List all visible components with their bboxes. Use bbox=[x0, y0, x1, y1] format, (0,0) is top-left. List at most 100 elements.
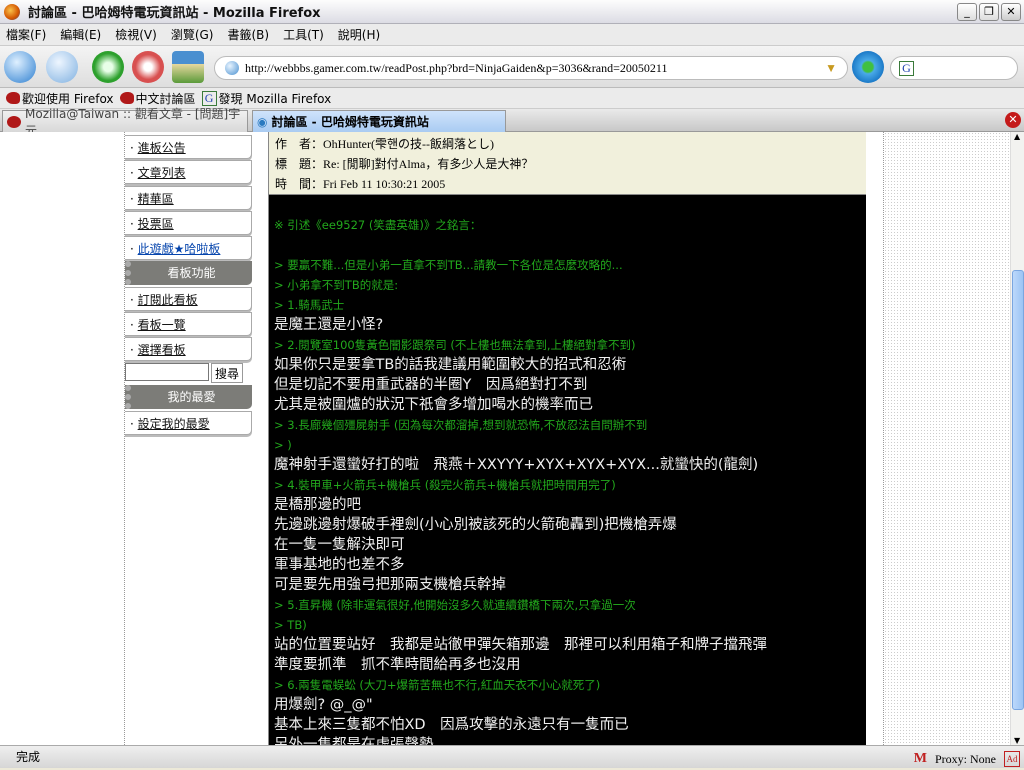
post-header: 作 者：OhHunter(雫핸の技--飯綱落とし) 標 題：Re: [閒聊]對付… bbox=[269, 132, 866, 195]
stop-button[interactable] bbox=[132, 51, 164, 83]
link-label: 訂閱此看板 bbox=[137, 292, 198, 307]
reply-line: 基本上來三隻都不怕XD 因爲攻擊的永遠只有一隻而已 bbox=[274, 717, 629, 733]
rss-icon[interactable]: ▼ bbox=[825, 61, 837, 76]
link-label: 文章列表 bbox=[137, 166, 186, 181]
gmail-icon[interactable]: M bbox=[914, 748, 927, 770]
link-label: 選擇看板 bbox=[137, 343, 186, 358]
board-sidebar: · 進板公告 · 文章列表 · 精華區 · 投票區 · 此遊戲★哈啦板 看板功能… bbox=[125, 135, 252, 436]
adblock-icon[interactable]: Ad bbox=[1004, 751, 1020, 767]
quoted-line: > 2.閱覽室100隻黃色闇影跟祭司 (不上樓也無法拿到,上樓絕對拿不到) bbox=[274, 338, 636, 352]
reply-line: 先邊跳邊射爆破手裡劍(小心別被該死的火箭砲轟到)把機槍弄爆 bbox=[274, 517, 677, 533]
tab-mozilla-taiwan[interactable]: Mozilla@Taiwan :: 觀看文章 - [問題]宇元... bbox=[2, 107, 248, 138]
post-time: 時 間：Fri Feb 11 10:30:21 2005 bbox=[275, 177, 446, 191]
sidebar-item-select-board[interactable]: · 選擇看板 bbox=[125, 337, 252, 362]
scrollbar-thumb[interactable] bbox=[1012, 270, 1024, 710]
menu-bar: 檔案(F) 編輯(E) 檢視(V) 瀏覽(G) 書籤(B) 工具(T) 說明(H… bbox=[0, 24, 1024, 46]
menu-bookmarks[interactable]: 書籤(B) bbox=[227, 26, 269, 43]
board-search-input[interactable] bbox=[125, 363, 209, 382]
sidebar-item-game-board[interactable]: · 此遊戲★哈啦板 bbox=[125, 236, 252, 261]
navigation-toolbar: http://webbbs.gamer.com.tw/readPost.php?… bbox=[0, 46, 1024, 88]
search-button[interactable]: 搜尋 bbox=[211, 363, 243, 384]
board-functions-header: 看板功能 bbox=[125, 261, 252, 286]
reply-line: 用爆劍? @_@" bbox=[274, 697, 373, 713]
bookmark-icon bbox=[6, 92, 20, 104]
tab-forum[interactable]: ◉ 討論區 - 巴哈姆特電玩資訊站 bbox=[252, 110, 506, 132]
post-subject: 標 題：Re: [閒聊]對付Alma，有多少人是大神？ bbox=[275, 157, 534, 171]
link-label: 看板一覽 bbox=[137, 318, 186, 333]
link-label: 此遊戲★哈啦板 bbox=[137, 242, 221, 257]
post-body: ※ 引述《ee9527 (笑盡英雄)》之銘言： > 要贏不難...但是小弟一直拿不… bbox=[269, 195, 866, 745]
title-bar: 討論區 - 巴哈姆特電玩資訊站 - Mozilla Firefox _ ❐ ✕ bbox=[0, 0, 1024, 24]
menu-go[interactable]: 瀏覽(G) bbox=[171, 26, 214, 43]
status-bar: 完成 M Proxy: None Ad bbox=[0, 745, 1024, 768]
favorites-header: 我的最愛 bbox=[125, 385, 252, 410]
reply-line: 但是切記不要用重武器的半圈Y 因爲絕對打不到 bbox=[274, 377, 588, 393]
quoted-line: > 要贏不難...但是小弟一直拿不到TB...請教一下各位是怎麼攻略的... bbox=[274, 258, 623, 272]
close-tab-icon[interactable]: ✕ bbox=[1005, 112, 1021, 128]
quoted-line: > 1.騎馬武士 bbox=[274, 298, 345, 312]
search-bar[interactable]: G bbox=[890, 56, 1018, 80]
status-text: 完成 bbox=[16, 750, 41, 764]
reply-line: 站的位置要站好 我都是站徹甲彈矢箱那邊 那裡可以利用箱子和牌子擋飛彈 bbox=[274, 637, 767, 653]
quoted-line: > 6.兩隻電蜈蚣 (大刀+爆箭苦無也不行,紅血天衣不小心就死了) bbox=[274, 678, 601, 692]
minimize-button[interactable]: _ bbox=[957, 3, 977, 21]
sidebar-item-vote[interactable]: · 投票區 bbox=[125, 210, 252, 235]
scroll-up-icon[interactable]: ▲ bbox=[1014, 132, 1020, 141]
sidebar-item-digest[interactable]: · 精華區 bbox=[125, 185, 252, 210]
sidebar-item-announcement[interactable]: · 進板公告 bbox=[125, 135, 252, 159]
reply-line: 尤其是被圍爐的狀況下祇會多增加喝水的機率而已 bbox=[274, 397, 593, 413]
reply-line: 軍事基地的也差不多 bbox=[274, 557, 405, 573]
reload-button[interactable] bbox=[92, 51, 124, 83]
proxy-status[interactable]: Proxy: None bbox=[935, 748, 996, 770]
quoted-line bbox=[274, 235, 861, 255]
menu-view[interactable]: 檢視(V) bbox=[115, 26, 157, 43]
reply-line: 是魔王還是小怪? bbox=[274, 317, 384, 333]
reply-line: 在一隻一隻解決即可 bbox=[274, 537, 405, 553]
link-label: 精華區 bbox=[137, 191, 174, 206]
menu-tools[interactable]: 工具(T) bbox=[283, 26, 324, 43]
forward-button[interactable] bbox=[46, 51, 78, 83]
reply-line: 可是要先用強弓把那兩支機槍兵幹掉 bbox=[274, 577, 506, 593]
restore-button[interactable]: ❐ bbox=[979, 3, 999, 21]
firefox-icon bbox=[4, 3, 20, 20]
sidebar-item-article-list[interactable]: · 文章列表 bbox=[125, 160, 252, 185]
menu-file[interactable]: 檔案(F) bbox=[6, 26, 46, 43]
close-button[interactable]: ✕ bbox=[1001, 3, 1021, 21]
right-margin bbox=[883, 132, 1010, 745]
quoted-line: > ) bbox=[274, 438, 292, 452]
menu-help[interactable]: 說明(H) bbox=[338, 26, 380, 43]
reply-line: 另外一隻都是在虛張聲勢 bbox=[274, 737, 434, 745]
left-margin bbox=[0, 132, 125, 745]
globe-icon bbox=[225, 61, 239, 75]
link-label: 設定我的最愛 bbox=[137, 416, 210, 431]
reply-line: 如果你只是要拿TB的話我建議用範圍較大的招式和忍術 bbox=[274, 357, 627, 373]
google-icon: G bbox=[899, 60, 914, 76]
link-label: 進板公告 bbox=[137, 141, 186, 155]
google-icon: G bbox=[201, 90, 217, 106]
quoted-line: > 4.裝甲車+火箭兵+機槍兵 (殺完火箭兵+機槍兵就把時間用完了) bbox=[274, 478, 616, 492]
link-label: 投票區 bbox=[137, 216, 174, 231]
quoted-line: > 小弟拿不到TB的就是: bbox=[274, 278, 399, 292]
quoted-line: > TB) bbox=[274, 618, 307, 632]
bookmark-icon bbox=[119, 92, 134, 104]
sidebar-item-set-favorites[interactable]: · 設定我的最愛 bbox=[125, 410, 252, 435]
home-button[interactable] bbox=[172, 51, 204, 83]
window-title: 討論區 - 巴哈姆特電玩資訊站 - Mozilla Firefox bbox=[28, 6, 321, 21]
vertical-scrollbar[interactable]: ▲ ▼ bbox=[1010, 132, 1024, 745]
quoted-line: > 5.直昇機 (除非運氣很好,他開始沒多久就連續鑽橋下兩次,只拿過一次 bbox=[274, 598, 636, 612]
reply-line: 魔神射手還蠻好打的啦 飛燕＋XXYYY+XYX+XYX+XYX...就蠻快的(龍… bbox=[274, 457, 759, 473]
scroll-down-icon[interactable]: ▼ bbox=[1014, 736, 1020, 745]
go-button[interactable] bbox=[852, 51, 884, 83]
url-bar[interactable]: http://webbbs.gamer.com.tw/readPost.php?… bbox=[214, 56, 848, 80]
sidebar-item-subscribe[interactable]: · 訂閱此看板 bbox=[125, 286, 252, 311]
menu-edit[interactable]: 編輯(E) bbox=[60, 26, 101, 43]
tab-label: 討論區 - 巴哈姆特電玩資訊站 bbox=[271, 115, 429, 129]
reply-line: 是橋那邊的吧 bbox=[274, 497, 361, 513]
url-text: http://webbbs.gamer.com.tw/readPost.php?… bbox=[245, 60, 668, 75]
quoted-line: ※ 引述《ee9527 (笑盡英雄)》之銘言： bbox=[274, 218, 482, 232]
tab-icon: ◉ bbox=[257, 114, 268, 129]
post-author: 作 者：OhHunter(雫핸の技--飯綱落とし) bbox=[275, 137, 495, 151]
sidebar-item-board-list[interactable]: · 看板一覽 bbox=[125, 312, 252, 337]
back-button[interactable] bbox=[4, 51, 36, 83]
post: 作 者：OhHunter(雫핸の技--飯綱落とし) 標 題：Re: [閒聊]對付… bbox=[268, 132, 866, 745]
